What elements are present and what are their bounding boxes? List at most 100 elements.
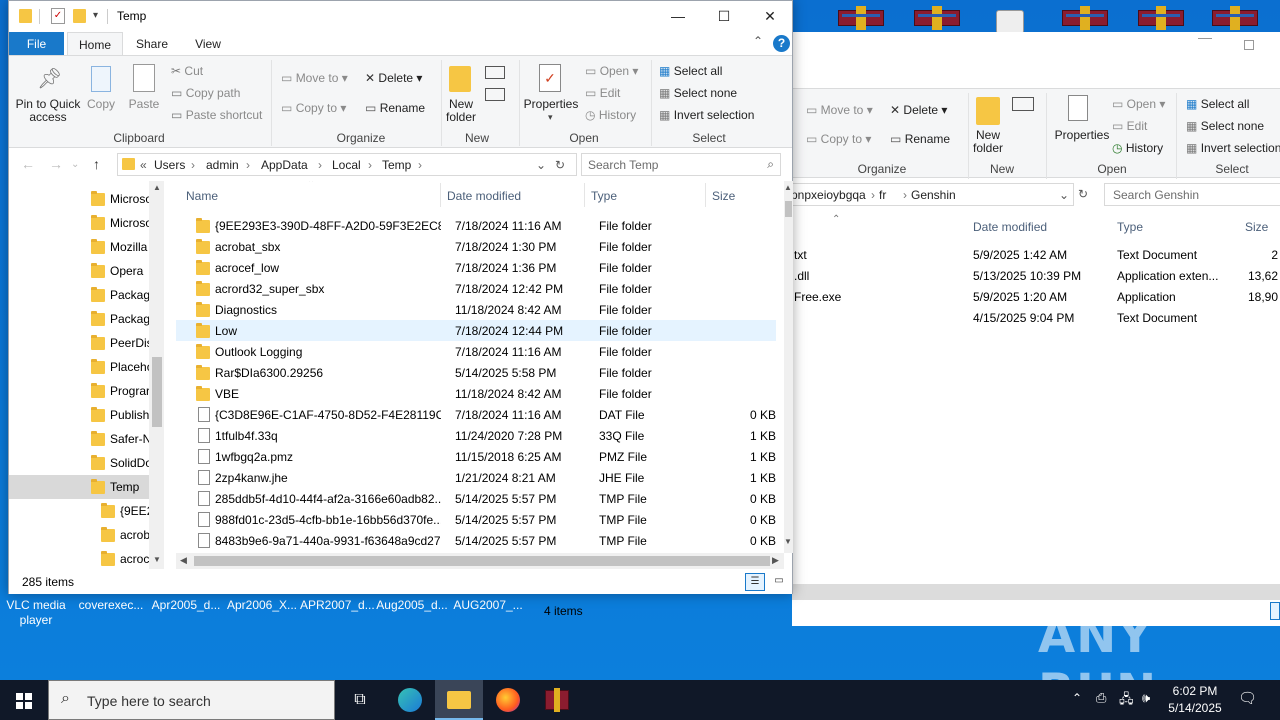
nav-item[interactable]: Packag: [9, 283, 149, 307]
column-name[interactable]: Name: [186, 189, 218, 203]
easy-access-icon[interactable]: [485, 88, 505, 101]
paste-icon[interactable]: [133, 64, 155, 92]
system-clock[interactable]: 6:02 PM 5/14/2025: [1160, 683, 1230, 717]
nav-item[interactable]: Temp: [9, 475, 149, 499]
winrar-icon[interactable]: [838, 6, 884, 30]
nav-item[interactable]: Safer-N: [9, 427, 149, 451]
rename-button[interactable]: ▭ Rename: [365, 101, 425, 115]
winrar-icon[interactable]: [914, 6, 960, 30]
minimize-icon[interactable]: [1198, 38, 1212, 39]
close-button[interactable]: ✕: [747, 1, 793, 32]
copy-to-button[interactable]: ▭ Copy to ▾: [281, 101, 346, 115]
view-toggle-icon[interactable]: [1270, 602, 1280, 620]
history-button[interactable]: ◷ History: [1112, 141, 1163, 155]
select-all-button[interactable]: ▦ Select all: [659, 64, 722, 78]
breadcrumb-item[interactable]: Genshin: [911, 188, 956, 202]
file-row[interactable]: Rar$DIa6300.29256 5/14/2025 5:58 PM File f…: [176, 362, 776, 383]
nav-scrollbar[interactable]: ▲ ▼: [149, 181, 164, 569]
file-row[interactable]: acrocef_low 7/18/2024 1:36 PM File folder: [176, 257, 776, 278]
winrar-icon[interactable]: [1212, 6, 1258, 30]
paste-shortcut-button[interactable]: ▭ Paste shortcut: [171, 108, 262, 122]
explorer-window[interactable]: ✓ ▾ Temp — ☐ ✕ File Home Share View ⌃ ? …: [8, 0, 793, 594]
tab-view[interactable]: View: [185, 32, 231, 56]
desktop-label[interactable]: AUG2007_...: [452, 598, 524, 612]
desktop-label[interactable]: Aug2005_d...: [376, 598, 448, 612]
invert-selection-button[interactable]: ▦ Invert selection: [1186, 141, 1280, 155]
chevron-down-icon[interactable]: ⌄: [1059, 188, 1069, 202]
minimize-button[interactable]: —: [655, 1, 701, 32]
file-row[interactable]: acrobat_sbx 7/18/2024 1:30 PM File folder: [176, 236, 776, 257]
properties-icon[interactable]: [1068, 95, 1088, 121]
meet-now-icon[interactable]: ⎙: [1096, 690, 1106, 706]
history-button[interactable]: ◷ History: [585, 108, 636, 122]
desktop-label[interactable]: APR2007_d...: [300, 598, 374, 612]
rename-button[interactable]: ▭ Rename: [890, 132, 950, 146]
file-row[interactable]: 8483b9e6-9a71-440a-9931-f63648a9cd27....…: [176, 530, 776, 551]
breadcrumb-item[interactable]: AppData: [261, 158, 308, 172]
maximize-icon[interactable]: [1244, 40, 1254, 50]
cut-button[interactable]: ✂ Cut: [171, 64, 203, 78]
notification-icon[interactable]: 🗨︎: [1238, 689, 1257, 707]
nav-item[interactable]: {9EE29: [9, 499, 149, 523]
delete-button[interactable]: ✕ Delete ▾: [365, 71, 422, 85]
nav-item[interactable]: PeerDis: [9, 331, 149, 355]
edit-button[interactable]: ▭ Edit: [585, 86, 620, 100]
tab-share[interactable]: Share: [129, 32, 175, 56]
properties-icon[interactable]: ✓: [51, 8, 65, 24]
search-input[interactable]: Search Genshin: [1104, 183, 1280, 206]
chevron-up-icon[interactable]: ⌃: [1072, 691, 1082, 705]
taskbar-search-input[interactable]: Type here to search: [87, 693, 211, 709]
file-icon[interactable]: [996, 10, 1024, 34]
desktop-label[interactable]: Apr2005_d...: [150, 598, 222, 612]
chevron-down-icon[interactable]: ▾: [548, 112, 553, 123]
properties-label[interactable]: Properties: [1054, 129, 1110, 142]
large-icons-view-icon[interactable]: ▭: [769, 573, 789, 591]
help-icon[interactable]: ?: [773, 35, 790, 52]
chevron-down-icon[interactable]: ▾: [93, 8, 107, 24]
paste-button[interactable]: Paste: [125, 98, 163, 111]
new-folder-label[interactable]: New folder: [968, 129, 1008, 155]
breadcrumb-item[interactable]: Temp: [382, 158, 411, 172]
title-bar[interactable]: ✓ ▾ Temp — ☐ ✕: [9, 1, 792, 32]
file-explorer-icon[interactable]: [435, 680, 483, 720]
pin-icon[interactable]: 📌︎: [37, 66, 62, 92]
new-item-icon[interactable]: [1012, 97, 1034, 111]
address-box[interactable]: « Users › admin › AppData › Local › Temp…: [117, 153, 577, 176]
invert-selection-button[interactable]: ▦ Invert selection: [659, 108, 754, 122]
column-type[interactable]: Type: [1117, 220, 1143, 234]
recent-locations-icon[interactable]: ⌄: [71, 159, 79, 170]
desktop-label[interactable]: coverexec...: [76, 598, 146, 612]
breadcrumb-item[interactable]: fr: [879, 188, 886, 202]
file-row[interactable]: acrord32_super_sbx 7/18/2024 12:42 PM File…: [176, 278, 776, 299]
nav-item[interactable]: Packag: [9, 307, 149, 331]
background-explorer-window[interactable]: ▭ Move to ▾ ▭ Copy to ▾ ✕ Delete ▾ ▭ Ren…: [544, 32, 1280, 626]
file-scroll-thumb[interactable]: [785, 201, 792, 217]
nav-item[interactable]: acroc: [9, 547, 149, 569]
breadcrumb-item[interactable]: ‎pnpxeioybgqa: [791, 188, 866, 202]
move-to-button[interactable]: ▭ Move to ▾: [806, 103, 873, 117]
nav-scroll-thumb[interactable]: [152, 357, 162, 427]
nav-item[interactable]: Opera: [9, 259, 149, 283]
column-type[interactable]: Type: [591, 189, 617, 203]
breadcrumb-item[interactable]: Local: [332, 158, 361, 172]
nav-item[interactable]: Mozilla: [9, 235, 149, 259]
edge-icon[interactable]: [386, 680, 434, 720]
properties-button[interactable]: Properties: [523, 98, 579, 111]
select-none-button[interactable]: ▦ Select none: [1186, 119, 1264, 133]
new-folder-icon[interactable]: [73, 9, 86, 23]
file-row[interactable]: 285ddb5f-4d10-44f4-af2a-3166e60adb82....…: [176, 488, 776, 509]
maximize-button[interactable]: ☐: [701, 1, 747, 32]
select-all-button[interactable]: ▦ Select all: [1186, 97, 1249, 111]
collapse-ribbon-icon[interactable]: ⌃: [753, 34, 763, 48]
file-row[interactable]: 988fd01c-23d5-4cfb-bb1e-16bb56d370fe....…: [176, 509, 776, 530]
file-row[interactable]: txt 5/9/2025 1:42 AM Text Document 2: [792, 244, 1280, 265]
copy-path-button[interactable]: ▭ Copy path: [171, 86, 240, 100]
nav-item[interactable]: Microso: [9, 211, 149, 235]
refresh-icon[interactable]: ↻: [555, 158, 565, 172]
winrar-taskbar-icon[interactable]: [533, 680, 581, 720]
new-folder-icon[interactable]: [449, 66, 471, 92]
file-row[interactable]: {9EE293E3-390D-48FF-A2D0-59F3E2EC88... 7/…: [176, 215, 776, 236]
breadcrumb-overflow[interactable]: «: [140, 158, 147, 172]
chevron-down-icon[interactable]: ⌄: [536, 158, 546, 172]
properties-icon[interactable]: ✓: [539, 64, 561, 92]
